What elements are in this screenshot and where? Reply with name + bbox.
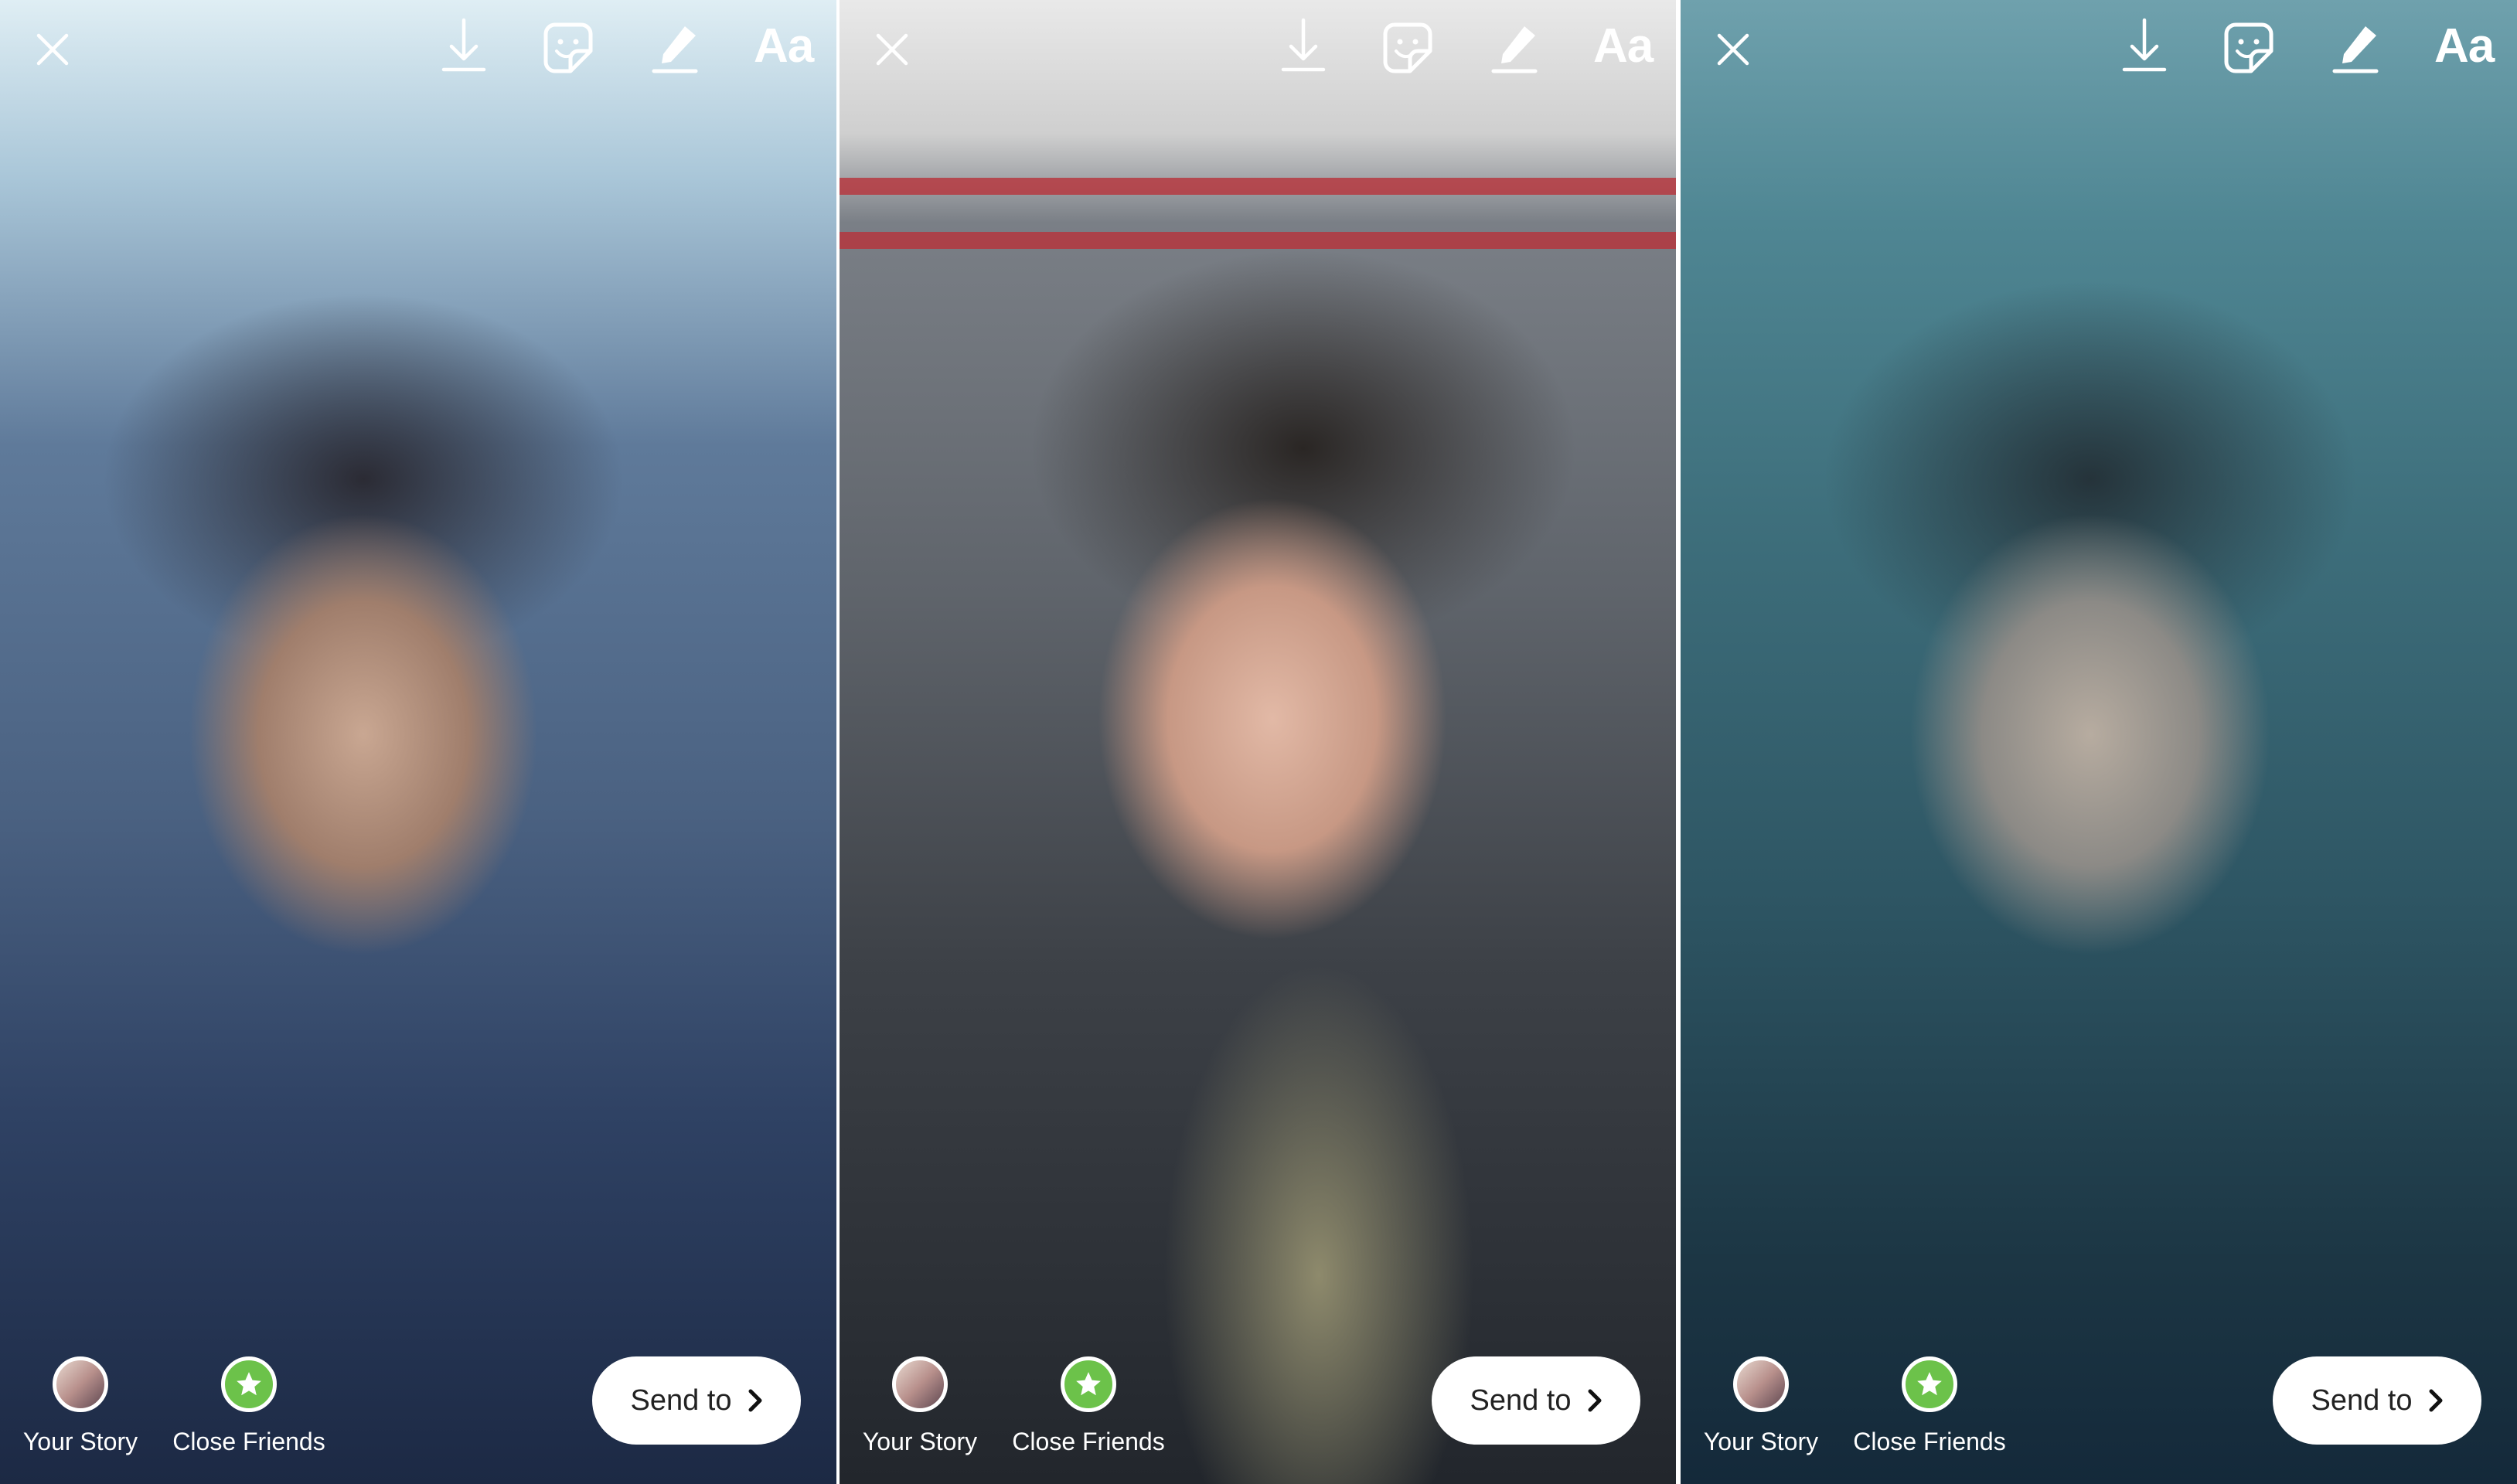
sticker-icon[interactable] [1382, 22, 1433, 74]
close-friends-badge [1902, 1356, 1957, 1412]
camera-photo [1681, 0, 2517, 1484]
ceiling-beam [840, 178, 1676, 195]
download-icon[interactable] [2120, 17, 2169, 74]
close-icon[interactable] [1715, 31, 1752, 68]
send-to-button[interactable]: Send to [2273, 1356, 2481, 1445]
your-story-label: Your Story [862, 1428, 978, 1455]
your-story-button[interactable]: Your Story [843, 1356, 997, 1456]
avatar [53, 1356, 108, 1412]
close-icon[interactable] [874, 31, 911, 68]
download-icon[interactable] [439, 17, 489, 74]
chevron-right-icon [748, 1389, 761, 1412]
close-friends-button[interactable]: Close Friends [1852, 1356, 2007, 1456]
close-icon[interactable] [34, 31, 71, 68]
your-story-button[interactable]: Your Story [1684, 1356, 1838, 1456]
chevron-right-icon [2429, 1389, 2442, 1412]
sticker-icon[interactable] [543, 22, 594, 74]
download-icon[interactable] [1279, 17, 1328, 74]
ceiling-beam [840, 232, 1676, 249]
camera-photo [840, 0, 1676, 1484]
close-friends-label: Close Friends [1853, 1428, 2006, 1455]
sticker-icon[interactable] [2223, 22, 2274, 74]
chevron-right-icon [1588, 1389, 1601, 1412]
pen-icon[interactable] [1490, 23, 1541, 74]
close-friends-badge [221, 1356, 277, 1412]
close-friends-badge [1061, 1356, 1116, 1412]
close-friends-label: Close Friends [172, 1428, 325, 1455]
close-friends-label: Close Friends [1012, 1428, 1165, 1455]
pen-icon[interactable] [651, 23, 702, 74]
send-to-button[interactable]: Send to [1432, 1356, 1640, 1445]
send-to-label: Send to [1470, 1384, 1572, 1417]
text-tool-button[interactable]: Aa [1593, 19, 1654, 73]
text-tool-button[interactable]: Aa [754, 19, 814, 73]
send-to-label: Send to [630, 1384, 732, 1417]
story-editor-screen: Aa Your Story Close Friends Send to [1681, 0, 2517, 1484]
send-to-label: Send to [2311, 1384, 2413, 1417]
your-story-label: Your Story [22, 1428, 138, 1455]
avatar [1733, 1356, 1789, 1412]
avatar [892, 1356, 948, 1412]
pen-icon[interactable] [2331, 23, 2382, 74]
your-story-label: Your Story [1703, 1428, 1819, 1455]
send-to-button[interactable]: Send to [592, 1356, 801, 1445]
text-tool-button[interactable]: Aa [2434, 19, 2495, 73]
star-icon [1917, 1372, 1942, 1396]
story-editor-screen: Aa Your Story Close Friends Send to [0, 0, 836, 1484]
star-icon [1076, 1372, 1101, 1396]
close-friends-button[interactable]: Close Friends [172, 1356, 326, 1456]
your-story-button[interactable]: Your Story [3, 1356, 158, 1456]
close-friends-button[interactable]: Close Friends [1011, 1356, 1166, 1456]
camera-photo [0, 0, 836, 1484]
story-editor-screen: Aa Your Story Close Friends Send to [840, 0, 1676, 1484]
star-icon [237, 1372, 261, 1396]
